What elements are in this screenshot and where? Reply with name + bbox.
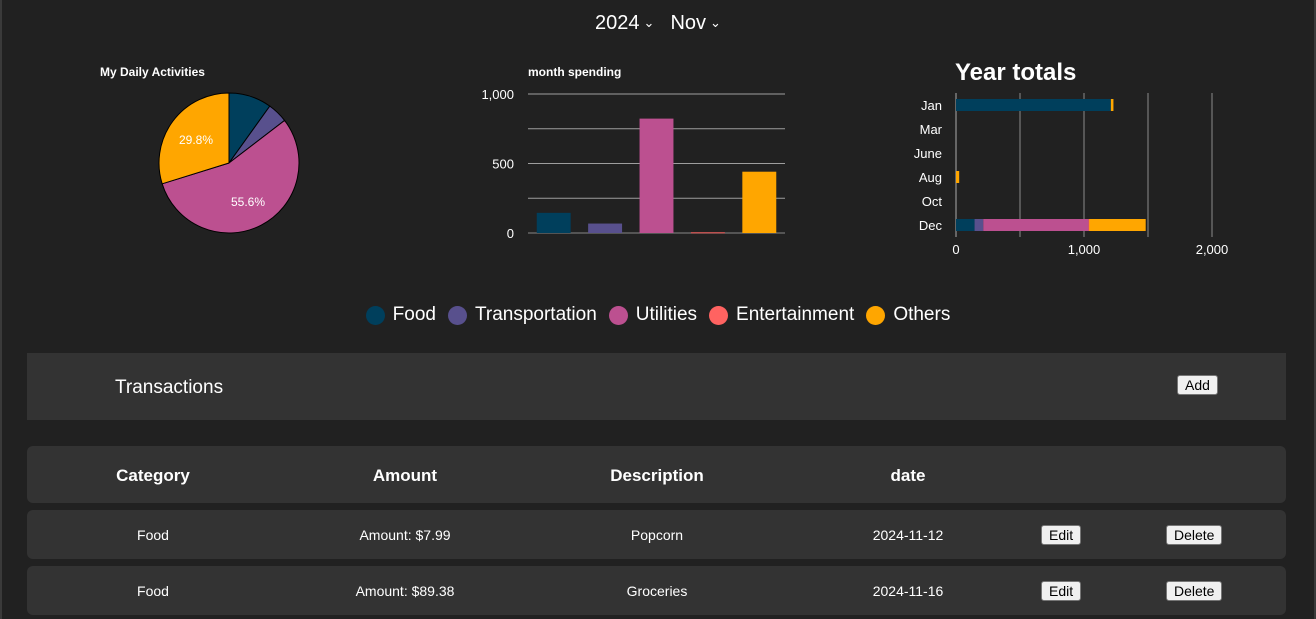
chevron-down-icon: ⌄: [643, 14, 655, 30]
year-bar-others: [1089, 219, 1146, 231]
legend-item-utilities[interactable]: Utilities: [608, 304, 698, 326]
header-category: Category: [116, 466, 190, 485]
delete-button[interactable]: Delete: [1166, 581, 1223, 601]
row-amount: Amount: $89.38: [355, 583, 455, 599]
y-category-label: Oct: [922, 194, 943, 209]
y-tick-label: 1,000: [481, 87, 514, 102]
legend-item-transportation[interactable]: Transportation: [447, 304, 597, 326]
y-category-label: June: [914, 146, 942, 161]
header-date: date: [890, 466, 926, 485]
delete-button[interactable]: Delete: [1166, 525, 1223, 545]
y-tick-label: 500: [492, 157, 514, 172]
transactions-table-header: Category Amount Description date: [27, 446, 1286, 503]
row-amount: Amount: $7.99: [359, 527, 451, 543]
legend-item-entertainment[interactable]: Entertainment: [709, 304, 854, 326]
y-category-label: Aug: [919, 170, 942, 185]
bar-entertainment: [690, 232, 725, 234]
edit-button[interactable]: Edit: [1041, 581, 1082, 601]
legend-label: Entertainment: [736, 304, 855, 325]
legend-item-food[interactable]: Food: [365, 304, 436, 326]
row-category: Food: [137, 583, 169, 599]
edit-button[interactable]: Edit: [1041, 525, 1082, 545]
row-description: Popcorn: [630, 527, 684, 543]
year-bar-others: [956, 171, 960, 183]
year-bar-others: [1110, 99, 1114, 111]
add-button[interactable]: Add: [1177, 375, 1218, 395]
legend-swatch: [709, 305, 729, 325]
x-tick-label: 2,000: [1196, 242, 1229, 257]
month-spending-bar-chart: month spending 0 500 1,000: [481, 65, 785, 241]
transactions-title: Transactions: [115, 377, 224, 398]
year-totals-chart: Year totals 0 1,000 2,000 Jan Mar June Aug Oct D…: [914, 59, 1229, 257]
year-value: 2024: [595, 12, 640, 34]
year-chart-title: Year totals: [955, 59, 1076, 86]
y-category-label: Dec: [919, 218, 943, 233]
bar-food: [536, 212, 571, 233]
row-date: 2024-11-12: [872, 527, 944, 543]
table-row: Food Amount: $7.99 Popcorn 2024-11-12 Ed…: [27, 510, 1286, 559]
legend-swatch: [866, 305, 886, 325]
date-selectors: 2024 ⌄ Nov ⌄: [0, 12, 1316, 35]
year-bar-transportation: [974, 219, 984, 231]
pie-chart-title: My Daily Activities: [100, 65, 205, 79]
legend-swatch: [447, 305, 467, 325]
legend-swatch: [608, 305, 628, 325]
legend-label: Utilities: [635, 304, 698, 325]
pie-label: 55.6%: [231, 195, 265, 209]
y-tick-label: 0: [507, 226, 514, 241]
month-select[interactable]: Nov ⌄: [670, 12, 720, 35]
bar-chart-title: month spending: [528, 65, 621, 79]
year-bar-utilities: [983, 219, 1089, 231]
legend-swatch: [365, 305, 385, 325]
year-bar-food: [956, 219, 975, 231]
chevron-down-icon: ⌄: [710, 14, 721, 30]
transactions-header: Transactions Add: [27, 353, 1286, 420]
row-date: 2024-11-16: [872, 583, 944, 599]
header-amount: Amount: [372, 466, 438, 485]
pie-label: 29.8%: [179, 133, 213, 147]
legend-label: Others: [893, 304, 951, 325]
month-value: Nov: [670, 12, 707, 34]
y-category-label: Jan: [921, 98, 942, 113]
bar-utilities: [639, 118, 674, 233]
bar-others: [742, 171, 777, 233]
chart-legend: Food Transportation Utilities Entertainment…: [0, 304, 1316, 326]
legend-label: Food: [392, 304, 436, 325]
bar-transportation: [588, 223, 623, 233]
year-bar-food: [956, 99, 1111, 111]
row-description: Groceries: [626, 583, 688, 599]
y-category-label: Mar: [920, 122, 943, 137]
table-row: Food Amount: $89.38 Groceries 2024-11-16…: [27, 566, 1286, 615]
legend-label: Transportation: [474, 304, 597, 325]
row-category: Food: [137, 527, 169, 543]
x-tick-label: 0: [952, 242, 959, 257]
header-description: Description: [610, 466, 704, 485]
x-tick-label: 1,000: [1068, 242, 1101, 257]
legend-item-others[interactable]: Others: [866, 304, 950, 326]
daily-activities-pie-chart: My Daily Activities 55.6% 29.8%: [100, 65, 300, 234]
year-select[interactable]: 2024 ⌄: [595, 12, 654, 35]
